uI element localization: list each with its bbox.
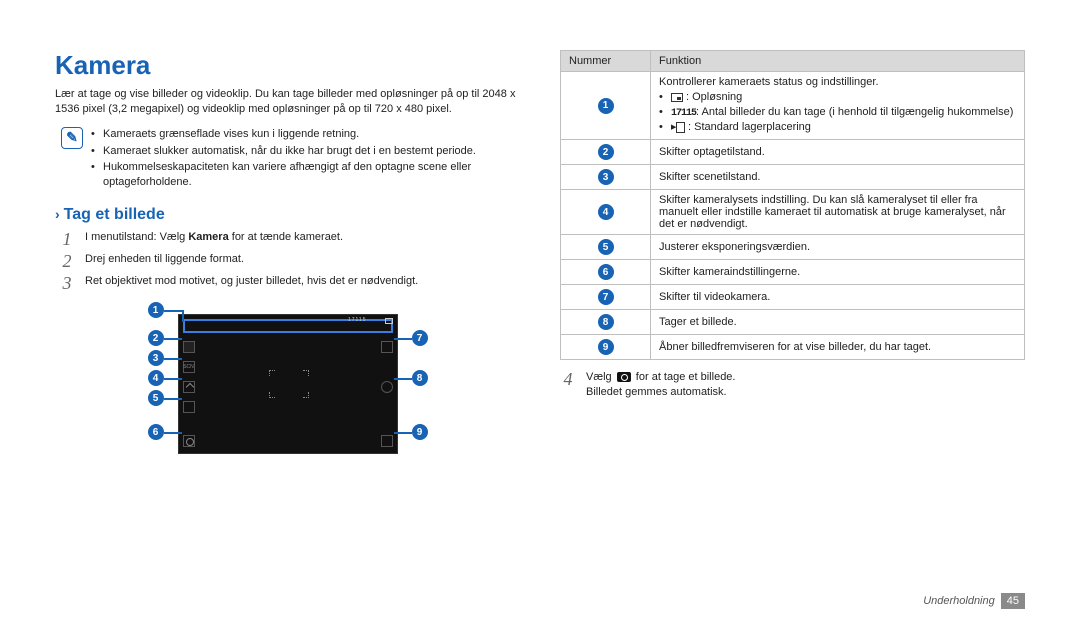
footer-section: Underholdning [923,595,995,607]
row-badge-1: 1 [598,98,614,114]
resolution-icon [671,93,683,102]
callout-2: 2 [148,330,164,346]
callout-1: 1 [148,302,164,318]
callout-4: 4 [148,370,164,386]
storage-icon [671,122,685,132]
note-box: ✎ Kameraets grænseflade vises kun i ligg… [61,127,520,192]
note-item: Kameraet slukker automatisk, når du ikke… [91,144,520,159]
callout-5: 5 [148,390,164,406]
cell-sub: 17115: Antal billeder du kan tage (i hen… [659,105,1016,121]
callout-8: 8 [412,370,428,386]
callout-9: 9 [412,424,428,440]
cell-text: Skifter kameraindstillingerne. [651,260,1025,285]
step-2: 2 Drej enheden til liggende format. [59,252,520,270]
row-badge-8: 8 [598,314,614,330]
row-badge-5: 5 [598,239,614,255]
page-number: 45 [1001,593,1025,609]
callout-3: 3 [148,350,164,366]
cell-text: Åbner billedfremviseren for at vise bill… [651,335,1025,360]
cell-sub: : Standard lagerplacering [659,120,1016,135]
col-header-number: Nummer [561,51,651,72]
note-item: Kameraets grænseflade vises kun i liggen… [91,127,520,142]
cell-text: Kontrollerer kameraets status og indstil… [659,76,1016,88]
cell-text: Skifter scenetilstand. [651,165,1025,190]
step-4: 4 Vælg for at tage et billede. Billedet … [560,370,1025,400]
chevron-icon: › [55,206,60,222]
row-badge-3: 3 [598,169,614,185]
row-badge-7: 7 [598,289,614,305]
step-3: 3 Ret objektivet mod motivet, og juster … [59,274,520,292]
note-item: Hukommelseskapaciteten kan variere afhæn… [91,160,520,190]
callout-6: 6 [148,424,164,440]
callout-7: 7 [412,330,428,346]
page-footer: Underholdning 45 [923,593,1025,609]
row-badge-6: 6 [598,264,614,280]
cell-sub: : Opløsning [659,90,1016,105]
camera-icon [617,372,631,382]
note-icon: ✎ [61,127,83,149]
col-header-function: Funktion [651,51,1025,72]
camera-diagram: 17115 SCN 1 2 3 4 5 6 7 8 9 [118,304,458,474]
function-table: Nummer Funktion 1 Kontrollerer kameraets… [560,50,1025,360]
cell-text: Skifter til videokamera. [651,285,1025,310]
step-1: 1 I menutilstand: Vælg Kamera for at tæn… [59,230,520,248]
row-badge-9: 9 [598,339,614,355]
page-title: Kamera [55,50,520,81]
cell-text: Justerer eksponeringsværdien. [651,235,1025,260]
section-heading: ›Tag et billede [55,206,520,224]
cell-text: Tager et billede. [651,310,1025,335]
counter-icon: 17115 [671,108,696,119]
cell-text: Skifter optagetilstand. [651,140,1025,165]
row-badge-4: 4 [598,204,614,220]
cell-text: Skifter kameralysets indstilling. Du kan… [651,190,1025,235]
row-badge-2: 2 [598,144,614,160]
intro-text: Lær at tage og vise billeder og videokli… [55,87,520,117]
